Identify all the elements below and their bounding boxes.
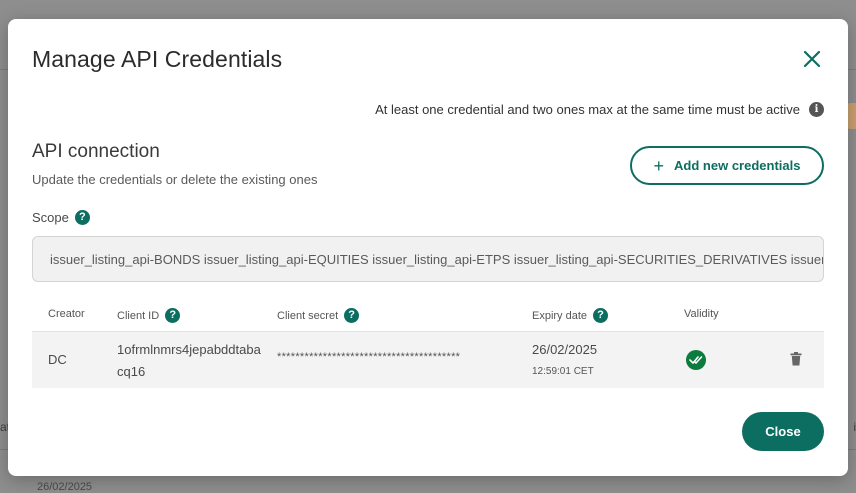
scope-label-text: Scope [32,210,69,225]
manage-api-credentials-dialog: Manage API Credentials At least one cred… [8,19,848,476]
background-edge-badge [848,103,856,129]
header-client-id-label: Client ID [117,309,160,322]
header-expiry-date: Expiry date ? [532,308,609,323]
header-client-id: Client ID ? [117,308,181,323]
double-check-icon [686,350,706,370]
header-client-secret: Client secret ? [277,308,360,323]
scope-label: Scope ? [32,210,90,225]
cell-creator: DC [48,352,67,367]
background-date: 26/02/2025 [37,481,93,493]
close-icon[interactable] [802,49,822,69]
help-icon[interactable]: ? [344,308,360,323]
help-icon[interactable]: ? [165,308,181,323]
header-creator-label: Creator [48,308,85,320]
add-button-label: Add new credentials [674,158,801,173]
header-client-secret-label: Client secret [277,309,339,322]
add-new-credentials-button[interactable]: + Add new credentials [630,146,824,185]
cell-client-secret: **************************************** [277,351,461,363]
cell-client-id: 1ofrmlnmrs4jepabddtabacq16 [117,342,261,379]
notice-text: At least one credential and two ones max… [375,102,800,117]
cell-expiry-time: 12:59:01 CET [532,366,594,377]
section-subtitle: Update the credentials or delete the exi… [32,172,318,187]
help-icon[interactable]: ? [593,308,609,323]
help-icon[interactable]: ? [74,210,90,225]
close-button[interactable]: Close [742,412,824,451]
credentials-table: Creator Client ID ? Client secret ? Expi… [32,302,824,388]
plus-icon: + [653,155,665,176]
table-row: DC 1ofrmlnmrs4jepabddtabacq16 **********… [32,332,824,388]
header-validity-label: Validity [684,308,719,320]
header-validity: Validity [684,308,719,320]
scope-field[interactable]: issuer_listing_api-BONDS issuer_listing_… [32,236,824,282]
header-creator: Creator [48,308,85,320]
dialog-title: Manage API Credentials [32,46,283,72]
active-credentials-notice: At least one credential and two ones max… [375,102,824,117]
trash-icon[interactable] [790,352,802,366]
info-icon[interactable]: i [809,102,824,117]
table-header: Creator Client ID ? Client secret ? Expi… [32,302,824,332]
section-title: API connection [32,141,160,162]
cell-expiry-date: 26/02/2025 [532,342,598,357]
header-expiry-date-label: Expiry date [532,309,588,322]
